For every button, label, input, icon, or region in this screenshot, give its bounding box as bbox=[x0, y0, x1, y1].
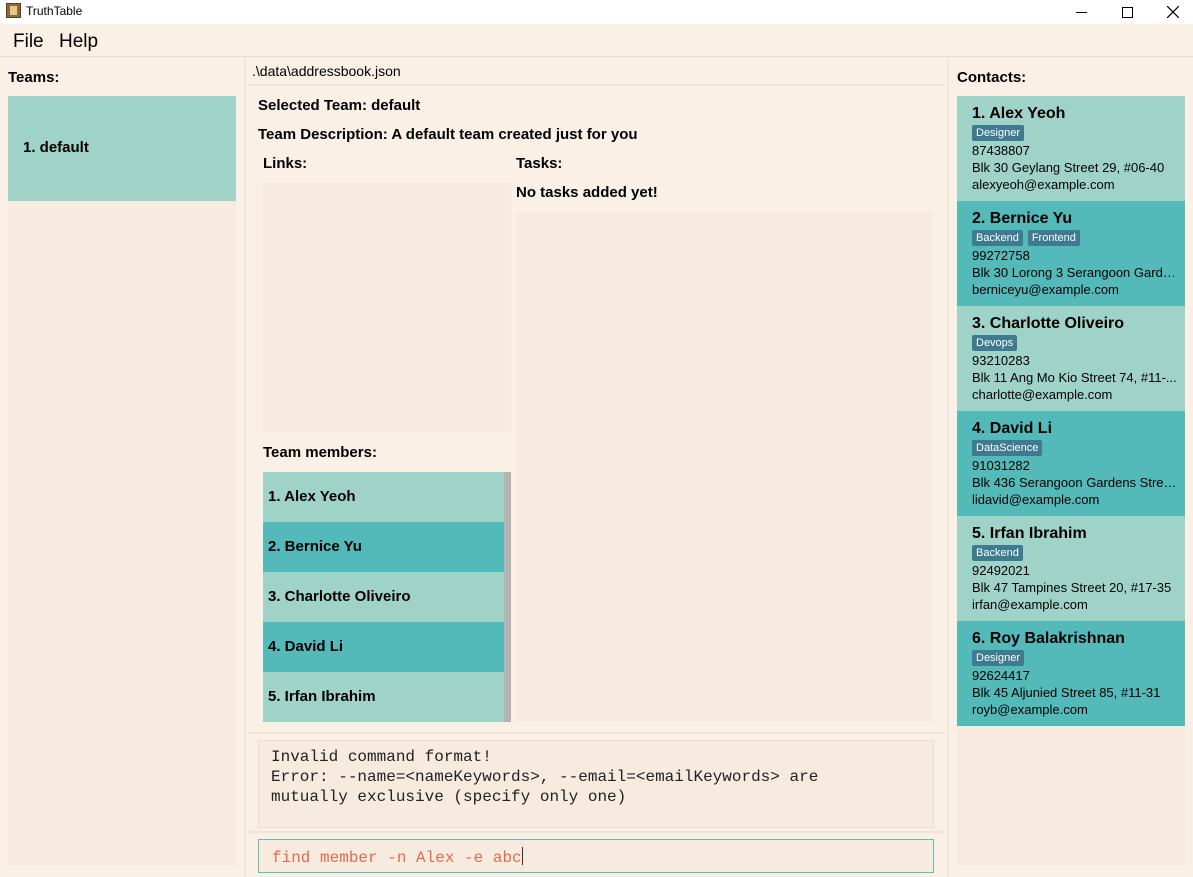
member-name: 2. Bernice Yu bbox=[268, 538, 362, 555]
result-line: Invalid command format! bbox=[271, 748, 492, 766]
member-name: 4. David Li bbox=[268, 638, 344, 655]
member-row[interactable]: 1. Alex Yeoh bbox=[263, 472, 504, 522]
contact-address: Blk 436 Serangoon Gardens Street... bbox=[972, 475, 1178, 490]
contact-name: 6. Roy Balakrishnan bbox=[972, 630, 1125, 647]
title-bar: TruthTable bbox=[0, 0, 1193, 24]
contact-card[interactable]: 4. David Li DataScience 91031282 Blk 436… bbox=[957, 411, 1185, 516]
team-item-label: 1. default bbox=[23, 139, 89, 156]
team-members-list[interactable]: 1. Alex Yeoh 2. Bernice Yu 3. Charlotte … bbox=[263, 472, 511, 722]
no-tasks-message: No tasks added yet! bbox=[516, 184, 658, 201]
menu-bar: File Help bbox=[0, 24, 1193, 57]
members-scrollbar[interactable] bbox=[504, 472, 511, 722]
member-row[interactable]: 4. David Li bbox=[263, 622, 504, 672]
command-input[interactable]: find member -n Alex -e abc bbox=[258, 839, 934, 873]
contact-tags: Designer bbox=[972, 125, 1025, 141]
contact-card[interactable]: 2. Bernice Yu Backend Frontend 99272758 … bbox=[957, 201, 1185, 306]
contact-address: Blk 30 Lorong 3 Serangoon Garde... bbox=[972, 265, 1178, 280]
member-row[interactable]: 2. Bernice Yu bbox=[263, 522, 504, 572]
member-name: 5. Irfan Ibrahim bbox=[268, 688, 376, 705]
contact-email: irfan@example.com bbox=[972, 597, 1088, 612]
teams-list[interactable]: 1. default bbox=[8, 96, 236, 866]
command-area: find member -n Alex -e abc bbox=[248, 831, 945, 877]
team-members-label: Team members: bbox=[263, 444, 377, 461]
team-item[interactable]: 1. default bbox=[8, 96, 236, 201]
minimize-icon bbox=[1075, 11, 1087, 13]
contact-name: 2. Bernice Yu bbox=[972, 210, 1073, 227]
contact-email: lidavid@example.com bbox=[972, 492, 1100, 507]
contact-name: 1. Alex Yeoh bbox=[972, 105, 1066, 122]
member-row[interactable]: 5. Irfan Ibrahim bbox=[263, 672, 504, 722]
contact-card[interactable]: 1. Alex Yeoh Designer 87438807 Blk 30 Ge… bbox=[957, 96, 1185, 201]
tasks-label: Tasks: bbox=[516, 155, 563, 172]
contact-address: Blk 47 Tampines Street 20, #17-35 bbox=[972, 580, 1172, 595]
close-icon bbox=[1167, 6, 1179, 18]
contact-tags: DataScience bbox=[972, 440, 1043, 456]
contact-tags: Devops bbox=[972, 335, 1018, 351]
tag-badge: Devops bbox=[972, 335, 1018, 351]
result-display: Invalid command format! Error: --name=<n… bbox=[258, 740, 934, 828]
team-detail-panel: .\data\addressbook.json Selected Team: d… bbox=[248, 58, 945, 877]
contact-card[interactable]: 6. Roy Balakrishnan Designer 92624417 Bl… bbox=[957, 621, 1185, 726]
app-icon bbox=[6, 3, 21, 18]
contact-address: Blk 30 Geylang Street 29, #06-40 bbox=[972, 160, 1165, 175]
teams-label: Teams: bbox=[8, 69, 60, 86]
contact-phone: 87438807 bbox=[972, 143, 1030, 158]
teams-panel: Teams: 1. default bbox=[0, 58, 246, 877]
selected-team: Selected Team: default bbox=[258, 97, 421, 114]
contact-card[interactable]: 5. Irfan Ibrahim Backend 92492021 Blk 47… bbox=[957, 516, 1185, 621]
contact-email: berniceyu@example.com bbox=[972, 282, 1119, 297]
contact-email: royb@example.com bbox=[972, 702, 1088, 717]
contact-tags: Backend bbox=[972, 545, 1023, 561]
links-label: Links: bbox=[263, 155, 308, 172]
contacts-label: Contacts: bbox=[957, 69, 1027, 86]
tag-badge: Backend bbox=[972, 230, 1023, 246]
tasks-list[interactable] bbox=[516, 212, 933, 722]
tag-badge: Designer bbox=[972, 125, 1025, 141]
contact-phone: 92492021 bbox=[972, 563, 1030, 578]
contacts-panel: Contacts: 1. Alex Yeoh Designer 87438807… bbox=[947, 58, 1193, 877]
tag-badge: Frontend bbox=[1027, 230, 1080, 246]
contact-phone: 92624417 bbox=[972, 668, 1030, 683]
status-bar: .\data\addressbook.json bbox=[248, 58, 945, 86]
team-description: Team Description: A default team created… bbox=[258, 126, 638, 143]
tag-badge: Designer bbox=[972, 650, 1025, 666]
links-list[interactable] bbox=[263, 182, 511, 432]
contact-phone: 91031282 bbox=[972, 458, 1030, 473]
member-name: 3. Charlotte Oliveiro bbox=[268, 588, 411, 605]
contact-email: charlotte@example.com bbox=[972, 387, 1113, 402]
text-caret bbox=[521, 847, 523, 865]
contacts-list[interactable]: 1. Alex Yeoh Designer 87438807 Blk 30 Ge… bbox=[957, 96, 1185, 866]
member-row[interactable]: 3. Charlotte Oliveiro bbox=[263, 572, 504, 622]
contact-address: Blk 45 Aljunied Street 85, #11-31 bbox=[972, 685, 1161, 700]
command-text: find member -n Alex -e abc bbox=[272, 849, 522, 867]
contact-phone: 93210283 bbox=[972, 353, 1030, 368]
maximize-icon bbox=[1121, 6, 1133, 18]
menu-file[interactable]: File bbox=[13, 31, 44, 53]
result-display-area: Invalid command format! Error: --name=<n… bbox=[248, 732, 945, 832]
data-file-path: .\data\addressbook.json bbox=[252, 63, 401, 79]
contact-tags: Backend Frontend bbox=[972, 230, 1080, 246]
maximize-button[interactable] bbox=[1104, 0, 1150, 24]
tag-badge: Backend bbox=[972, 545, 1023, 561]
result-line: Error: --name=<nameKeywords>, --email=<e… bbox=[271, 768, 819, 786]
minimize-button[interactable] bbox=[1058, 0, 1104, 24]
menu-help[interactable]: Help bbox=[59, 31, 98, 53]
contact-email: alexyeoh@example.com bbox=[972, 177, 1115, 192]
contact-name: 4. David Li bbox=[972, 420, 1053, 437]
contact-card[interactable]: 3. Charlotte Oliveiro Devops 93210283 Bl… bbox=[957, 306, 1185, 411]
window-title: TruthTable bbox=[26, 4, 83, 18]
contact-address: Blk 11 Ang Mo Kio Street 74, #11-... bbox=[972, 370, 1177, 385]
member-name: 1. Alex Yeoh bbox=[268, 488, 356, 505]
contact-tags: Designer bbox=[972, 650, 1025, 666]
contact-phone: 99272758 bbox=[972, 248, 1030, 263]
contact-name: 5. Irfan Ibrahim bbox=[972, 525, 1087, 542]
result-line: mutually exclusive (specify only one) bbox=[271, 788, 627, 806]
close-button[interactable] bbox=[1150, 0, 1193, 24]
tag-badge: DataScience bbox=[972, 440, 1043, 456]
contact-name: 3. Charlotte Oliveiro bbox=[972, 315, 1125, 332]
